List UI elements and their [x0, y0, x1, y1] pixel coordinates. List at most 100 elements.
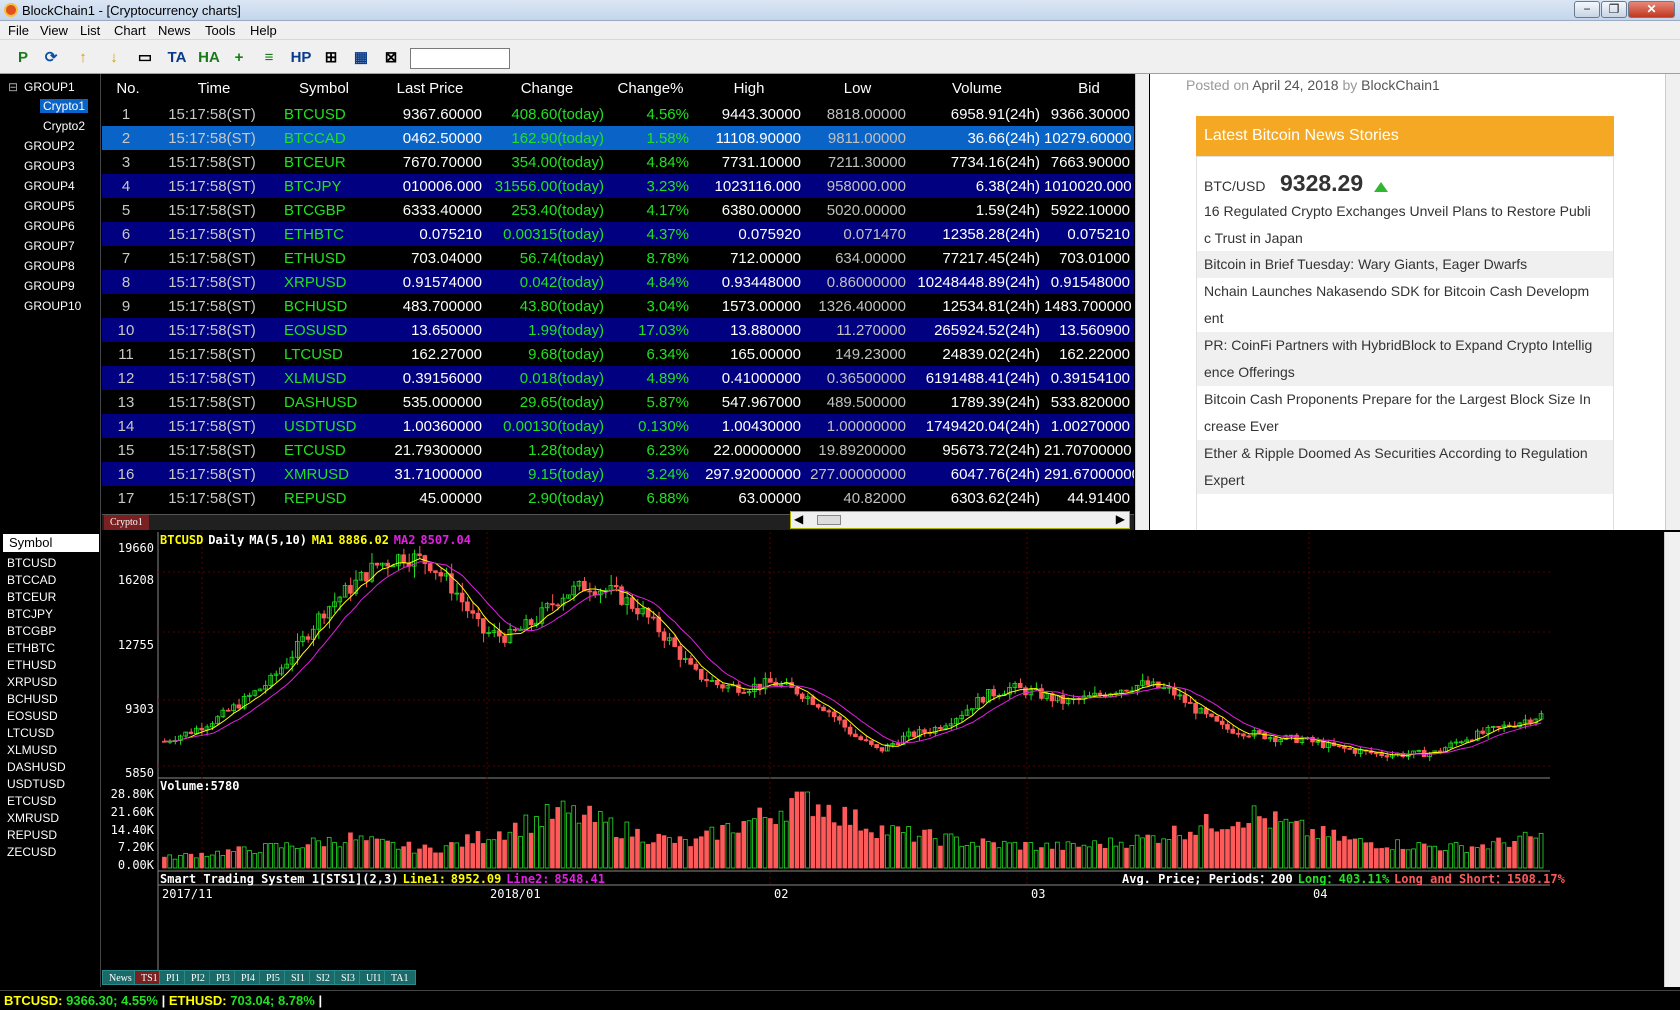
menu-news[interactable]: News: [158, 23, 191, 38]
tree-group-5[interactable]: GROUP5: [24, 199, 75, 213]
column-header[interactable]: Volume: [910, 74, 1044, 102]
symbol-list-item[interactable]: LTCUSD: [7, 726, 54, 740]
posted-date[interactable]: April 24, 2018: [1252, 77, 1338, 93]
news-story-4[interactable]: PR: CoinFi Partners with HybridBlock to …: [1197, 332, 1613, 386]
quote-row[interactable]: 9 15:17:58(ST) BCHUSD 483.700000 43.80(today…: [102, 294, 1134, 318]
quote-row[interactable]: 5 15:17:58(ST) BTCGBP 6333.40000 253.40(toda…: [102, 198, 1134, 222]
story-line[interactable]: ence Offerings: [1204, 359, 1606, 386]
posted-author[interactable]: BlockChain1: [1361, 77, 1440, 93]
column-header[interactable]: Change: [486, 74, 608, 102]
symbol-list-item[interactable]: BTCCAD: [7, 573, 56, 587]
price-chart[interactable]: 19660 16208 12755 9303 5850 28.80K 21.60K 14.40…: [102, 532, 1664, 970]
news-story-5[interactable]: Bitcoin Cash Proponents Prepare for the …: [1197, 386, 1613, 440]
refresh-icon[interactable]: ⟳: [40, 47, 62, 69]
down-icon[interactable]: ↓: [103, 47, 125, 69]
quote-row[interactable]: 2 15:17:58(ST) BTCCAD 0462.50000 162.90(toda…: [102, 126, 1134, 150]
close-box-icon[interactable]: ⊠: [380, 47, 402, 69]
tree-group-2[interactable]: GROUP2: [24, 139, 75, 153]
indicator-tab[interactable]: PI3: [209, 970, 237, 985]
quote-row[interactable]: 17 15:17:58(ST) REPUSD 45.00000 2.90(today) 6…: [102, 486, 1134, 510]
indicator-tab[interactable]: SI3: [334, 970, 362, 985]
story-line[interactable]: ent: [1204, 305, 1606, 332]
news-scrollbar[interactable]: [1665, 74, 1680, 530]
hp-icon[interactable]: HP: [288, 47, 314, 69]
tree-group-1[interactable]: GROUP1: [24, 80, 75, 94]
quote-row[interactable]: 4 15:17:58(ST) BTCJPY 010006.000 31556.00(to…: [102, 174, 1134, 198]
symbol-list-item[interactable]: BTCUSD: [7, 556, 56, 570]
symbol-list-item[interactable]: EOSUSD: [7, 709, 58, 723]
tree-group-7[interactable]: GROUP7: [24, 239, 75, 253]
symbol-list-item[interactable]: USDTUSD: [7, 777, 65, 791]
symbol-list-item[interactable]: ETCUSD: [7, 794, 56, 808]
column-header[interactable]: Change%: [608, 74, 693, 102]
indicator-tab[interactable]: SI2: [309, 970, 337, 985]
menu-chart[interactable]: Chart: [114, 23, 146, 38]
column-header[interactable]: Last Price: [374, 74, 486, 102]
minimize-button[interactable]: −: [1574, 1, 1600, 18]
news-story-3[interactable]: Nchain Launches Nakasendo SDK for Bitcoi…: [1197, 278, 1613, 332]
tree-group-8[interactable]: GROUP8: [24, 259, 75, 273]
quote-row[interactable]: 14 15:17:58(ST) USDTUSD 1.00360000 0.00130(t…: [102, 414, 1134, 438]
tree-group-3[interactable]: GROUP3: [24, 159, 75, 173]
symbol-list-item[interactable]: REPUSD: [7, 828, 57, 842]
quote-row[interactable]: 3 15:17:58(ST) BTCEUR 7670.70000 354.00(toda…: [102, 150, 1134, 174]
column-header[interactable]: Low: [805, 74, 910, 102]
grid-vertical-scrollbar[interactable]: [1135, 74, 1149, 530]
restore-button[interactable]: ❐: [1601, 1, 1627, 18]
story-line[interactable]: Bitcoin in Brief Tuesday: Wary Giants, E…: [1204, 251, 1606, 278]
menu-file[interactable]: File: [8, 23, 29, 38]
news-story-1[interactable]: 16 Regulated Crypto Exchanges Unveil Pla…: [1197, 198, 1613, 252]
column-header[interactable]: No.: [102, 74, 154, 102]
close-button[interactable]: ✕: [1628, 1, 1675, 18]
tree-crypto2[interactable]: Crypto2: [43, 119, 85, 133]
story-line[interactable]: Bitcoin Cash Proponents Prepare for the …: [1204, 386, 1606, 413]
symbol-list-item[interactable]: XMRUSD: [7, 811, 59, 825]
symbol-list-item[interactable]: BTCEUR: [7, 590, 56, 604]
column-header[interactable]: High: [693, 74, 805, 102]
up-icon[interactable]: ↑: [72, 47, 94, 69]
chart-canvas[interactable]: 19660 16208 12755 9303 5850 28.80K 21.60K 14.40…: [102, 532, 1664, 970]
symbol-list-item[interactable]: XLMUSD: [7, 743, 57, 757]
symbol-list-item[interactable]: DASHUSD: [7, 760, 66, 774]
grid-icon[interactable]: ⊞: [320, 47, 342, 69]
menu-view[interactable]: View: [40, 23, 68, 38]
grid-horizontal-scrollbar[interactable]: ◀ ▶: [790, 511, 1130, 529]
menu-list[interactable]: List: [80, 23, 100, 38]
scroll-left-icon[interactable]: ◀: [794, 512, 803, 526]
tab-crypto1[interactable]: Crypto1: [104, 515, 149, 530]
symbol-search-input[interactable]: [410, 48, 510, 69]
story-line[interactable]: 16 Regulated Crypto Exchanges Unveil Pla…: [1204, 198, 1606, 225]
news-story-2[interactable]: Bitcoin in Brief Tuesday: Wary Giants, E…: [1197, 251, 1613, 278]
indicator-tab[interactable]: PI4: [234, 970, 262, 985]
scroll-thumb[interactable]: [817, 515, 841, 525]
window-icon[interactable]: ▭: [134, 47, 156, 69]
menu-tools[interactable]: Tools: [205, 23, 235, 38]
crosshair-icon[interactable]: +: [228, 47, 250, 69]
quote-row[interactable]: 10 15:17:58(ST) EOSUSD 13.650000 1.99(today)…: [102, 318, 1134, 342]
story-line[interactable]: c Trust in Japan: [1204, 225, 1606, 252]
quote-row[interactable]: 12 15:17:58(ST) XLMUSD 0.39156000 0.018(toda…: [102, 366, 1134, 390]
symbol-list-item[interactable]: BCHUSD: [7, 692, 58, 706]
p-icon[interactable]: P: [12, 47, 34, 69]
symbol-list-item[interactable]: XRPUSD: [7, 675, 57, 689]
quote-row[interactable]: 6 15:17:58(ST) ETHBTC 0.075210 0.00315(today…: [102, 222, 1134, 246]
tree-crypto1[interactable]: Crypto1: [40, 99, 89, 113]
story-line[interactable]: Expert: [1204, 467, 1606, 494]
table-icon[interactable]: ▦: [350, 47, 372, 69]
column-header[interactable]: Time: [154, 74, 274, 102]
story-line[interactable]: PR: CoinFi Partners with HybridBlock to …: [1204, 332, 1606, 359]
quote-row[interactable]: 13 15:17:58(ST) DASHUSD 535.000000 29.65(tod…: [102, 390, 1134, 414]
ha-icon[interactable]: HA: [196, 47, 222, 69]
quote-row[interactable]: 11 15:17:58(ST) LTCUSD 162.27000 9.68(today)…: [102, 342, 1134, 366]
symbol-list-item[interactable]: ZECUSD: [7, 845, 56, 859]
quote-row[interactable]: 16 15:17:58(ST) XMRUSD 31.71000000 9.15(toda…: [102, 462, 1134, 486]
indicator-tab[interactable]: PI5: [259, 970, 287, 985]
story-line[interactable]: Nchain Launches Nakasendo SDK for Bitcoi…: [1204, 278, 1606, 305]
tree-group-4[interactable]: GROUP4: [24, 179, 75, 193]
column-header[interactable]: Symbol: [274, 74, 374, 102]
story-line[interactable]: Ether & Ripple Doomed As Securities Acco…: [1204, 440, 1606, 467]
menu-help[interactable]: Help: [250, 23, 277, 38]
list-icon[interactable]: ≡: [258, 47, 280, 69]
indicator-tab[interactable]: PI2: [184, 970, 212, 985]
symbol-list-item[interactable]: BTCJPY: [7, 607, 53, 621]
